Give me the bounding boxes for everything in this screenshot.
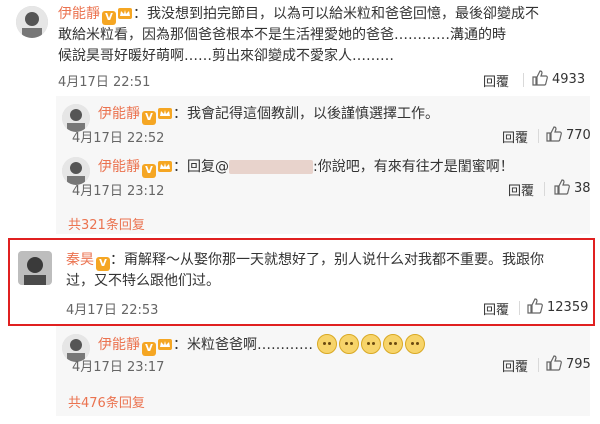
reply-text-cont: :你說吧，有來有往才是閨蜜啊！ bbox=[313, 159, 514, 175]
like-button[interactable]: 38 bbox=[554, 179, 591, 196]
commenter-name[interactable]: 伊能靜 bbox=[98, 159, 140, 175]
thumb-up-icon bbox=[546, 126, 562, 142]
reply-time: 4月17日 22:52 bbox=[72, 131, 165, 146]
verified-v-icon: V bbox=[96, 257, 110, 271]
reply-body: 伊能靜 V ：我會記得這個教訓，以後謹慎選擇工作。 bbox=[98, 104, 439, 125]
avatar[interactable] bbox=[16, 6, 48, 38]
like-button[interactable]: 795 bbox=[546, 355, 591, 372]
thumb-up-icon bbox=[532, 70, 548, 86]
comment-body: 伊能靜 V ：我没想到拍完節目，以為可以給米粒和爸爸回憶，最後卻變成不 敢給米粒看，… bbox=[58, 4, 593, 67]
like-count: 12359 bbox=[547, 300, 589, 315]
verified-v-icon: V bbox=[142, 342, 156, 356]
reply-button[interactable]: 回覆 bbox=[508, 180, 534, 199]
emoji-icon bbox=[339, 334, 360, 354]
emoji-icon bbox=[383, 334, 404, 354]
reply-button[interactable]: 回覆 bbox=[502, 127, 528, 146]
comment-text-cont: 候說昊哥好暖好萌啊……剪出來卻變成不愛家人……… bbox=[58, 48, 394, 64]
comment-body: 秦昊 V ：甭解释～从娶你那一天就想好了，别人说什么对我都不重要。我跟你 过，又不特… bbox=[66, 250, 586, 292]
crown-icon bbox=[158, 108, 172, 119]
verified-v-icon: V bbox=[142, 164, 156, 178]
emoji-icon bbox=[317, 334, 338, 354]
blurred-mention[interactable] bbox=[229, 160, 313, 174]
like-count: 795 bbox=[566, 357, 591, 372]
reply-body: 伊能靜 V ：米粒爸爸啊………… bbox=[98, 334, 427, 356]
avatar[interactable] bbox=[18, 251, 52, 285]
divider bbox=[538, 358, 539, 372]
reply-body: 伊能靜 V ：回复@ :你說吧，有來有往才是閨蜜啊！ bbox=[98, 157, 514, 178]
commenter-name[interactable]: 秦昊 bbox=[66, 252, 94, 268]
thumb-up-icon bbox=[527, 298, 543, 314]
divider bbox=[538, 129, 539, 143]
reply-text: ：回复@ bbox=[173, 159, 229, 175]
reply-button[interactable]: 回覆 bbox=[502, 356, 528, 375]
comment-text: ：我没想到拍完節目，以為可以給米粒和爸爸回憶，最後卻變成不 bbox=[133, 6, 539, 22]
like-count: 770 bbox=[566, 128, 591, 143]
divider bbox=[544, 182, 545, 196]
like-button[interactable]: 770 bbox=[546, 126, 591, 143]
divider bbox=[523, 73, 524, 87]
comment-text-cont: 敢給米粒看，因為那個爸爸根本不是生活裡愛她的爸爸…………溝通的時 bbox=[58, 27, 506, 43]
more-replies-link[interactable]: 共476条回复 bbox=[68, 392, 145, 411]
crown-icon bbox=[158, 161, 172, 172]
commenter-name[interactable]: 伊能靜 bbox=[98, 106, 140, 122]
divider bbox=[519, 301, 520, 315]
reply-time: 4月17日 23:12 bbox=[72, 184, 165, 199]
thumb-up-icon bbox=[554, 179, 570, 195]
like-count: 38 bbox=[574, 181, 591, 196]
crown-icon bbox=[118, 8, 132, 19]
emoji-icon bbox=[405, 334, 426, 354]
reply-text: ：米粒爸爸啊………… bbox=[173, 337, 313, 353]
comment-time: 4月17日 22:53 bbox=[66, 303, 159, 318]
comment-time: 4月17日 22:51 bbox=[58, 75, 151, 90]
emoji-icon bbox=[361, 334, 382, 354]
like-count: 4933 bbox=[552, 72, 586, 87]
comment-text-cont: 过，又不特么跟他们过。 bbox=[66, 273, 220, 289]
crown-icon bbox=[158, 339, 172, 350]
verified-v-icon: V bbox=[142, 111, 156, 125]
commenter-name[interactable]: 伊能靜 bbox=[98, 337, 140, 353]
more-replies-link[interactable]: 共321条回复 bbox=[68, 214, 145, 233]
reply-button[interactable]: 回覆 bbox=[483, 299, 509, 318]
commenter-name[interactable]: 伊能靜 bbox=[58, 6, 100, 22]
reply-text: ：我會記得這個教訓，以後謹慎選擇工作。 bbox=[173, 106, 439, 122]
thumb-up-icon bbox=[546, 355, 562, 371]
reply-time: 4月17日 23:17 bbox=[72, 360, 165, 375]
like-button[interactable]: 4933 bbox=[532, 70, 585, 87]
comment-text: ：甭解释～从娶你那一天就想好了，别人说什么对我都不重要。我跟你 bbox=[110, 252, 544, 268]
like-button[interactable]: 12359 bbox=[527, 298, 588, 315]
verified-v-icon: V bbox=[102, 11, 116, 25]
reply-button[interactable]: 回覆 bbox=[483, 71, 509, 90]
